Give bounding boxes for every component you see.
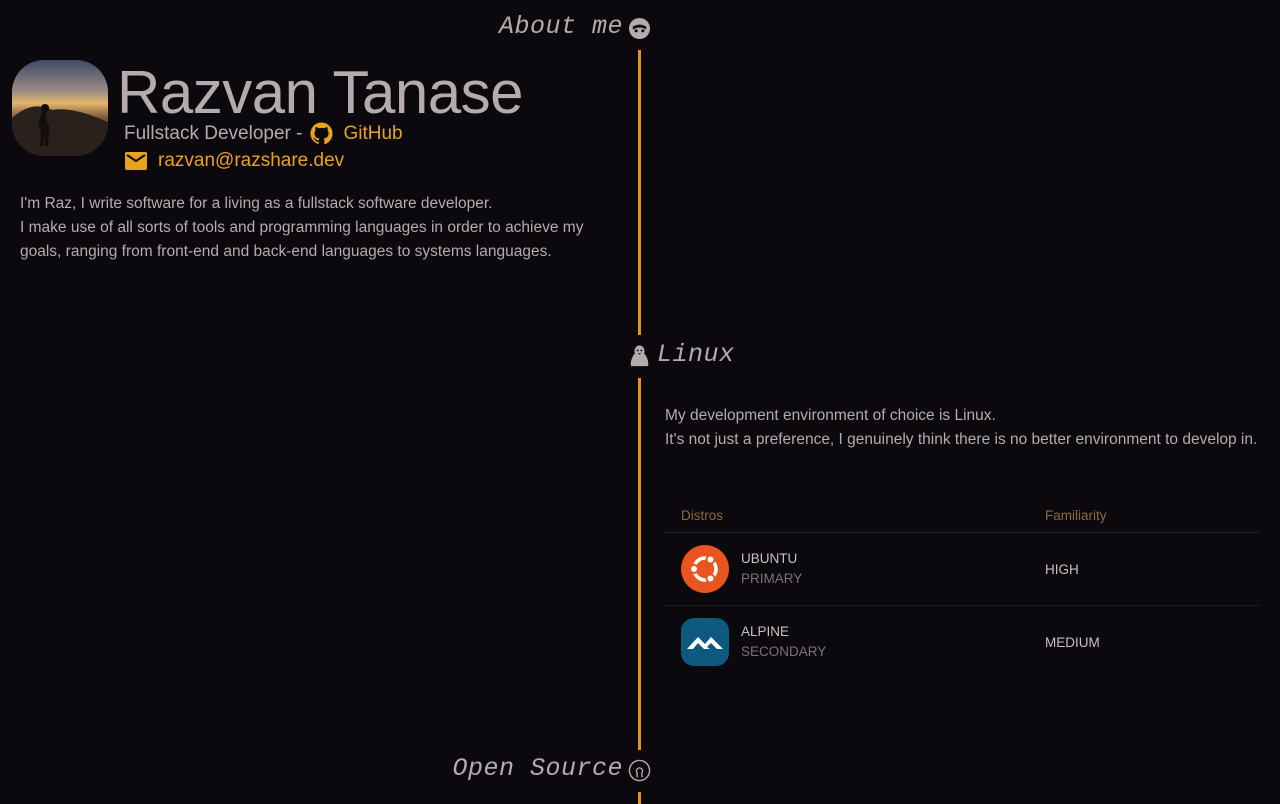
timeline-line (638, 792, 641, 804)
familiarity-value: MEDIUM (1045, 634, 1100, 650)
header-familiarity: Familiarity (1045, 507, 1107, 523)
role-line: Fullstack Developer - GitHub (124, 122, 403, 145)
intro-line: My development environment of choice is … (665, 407, 996, 424)
about-bio: I'm Raz, I write software for a living a… (20, 192, 620, 264)
github-link-label: GitHub (343, 122, 403, 144)
distros-table: Distros Familiarity UBUNTU PRIMARY HIGH (664, 498, 1260, 678)
face-icon (628, 17, 651, 40)
open-source-section-title: Open Source (452, 754, 623, 783)
header-distros: Distros (681, 507, 724, 523)
bio-line: I make use of all sorts of tools and pro… (20, 219, 584, 260)
table-row: ALPINE SECONDARY MEDIUM (664, 606, 1260, 678)
distro-name: ALPINE (741, 624, 790, 639)
about-section-title: About me (498, 12, 623, 41)
linux-section-title: Linux (657, 340, 735, 369)
avatar (12, 60, 108, 156)
familiarity-value: HIGH (1045, 561, 1079, 577)
timeline-line (638, 50, 641, 335)
github-link[interactable]: GitHub (310, 122, 403, 145)
timeline-line (638, 378, 641, 750)
distro-name: UBUNTU (741, 551, 798, 566)
ubuntu-logo (681, 545, 729, 593)
distro-role: PRIMARY (741, 571, 803, 586)
email-link[interactable]: razvan@razshare.dev (125, 150, 344, 172)
profile-name: Razvan Tanase (117, 59, 524, 126)
job-title: Fullstack Developer - (124, 122, 303, 144)
linux-intro: My development environment of choice is … (665, 404, 1265, 452)
table-row: UBUNTU PRIMARY HIGH (664, 533, 1260, 606)
bio-line: I'm Raz, I write software for a living a… (20, 195, 493, 212)
email-address: razvan@razshare.dev (158, 150, 345, 171)
alpine-logo (681, 618, 729, 666)
distro-role: SECONDARY (741, 644, 827, 659)
penguin-icon (630, 345, 649, 367)
github-icon (310, 122, 333, 145)
table-header: Distros Familiarity (664, 498, 1260, 533)
open-source-icon (628, 759, 651, 782)
envelope-icon (125, 152, 147, 170)
intro-line: It's not just a preference, I genuinely … (665, 431, 1258, 448)
